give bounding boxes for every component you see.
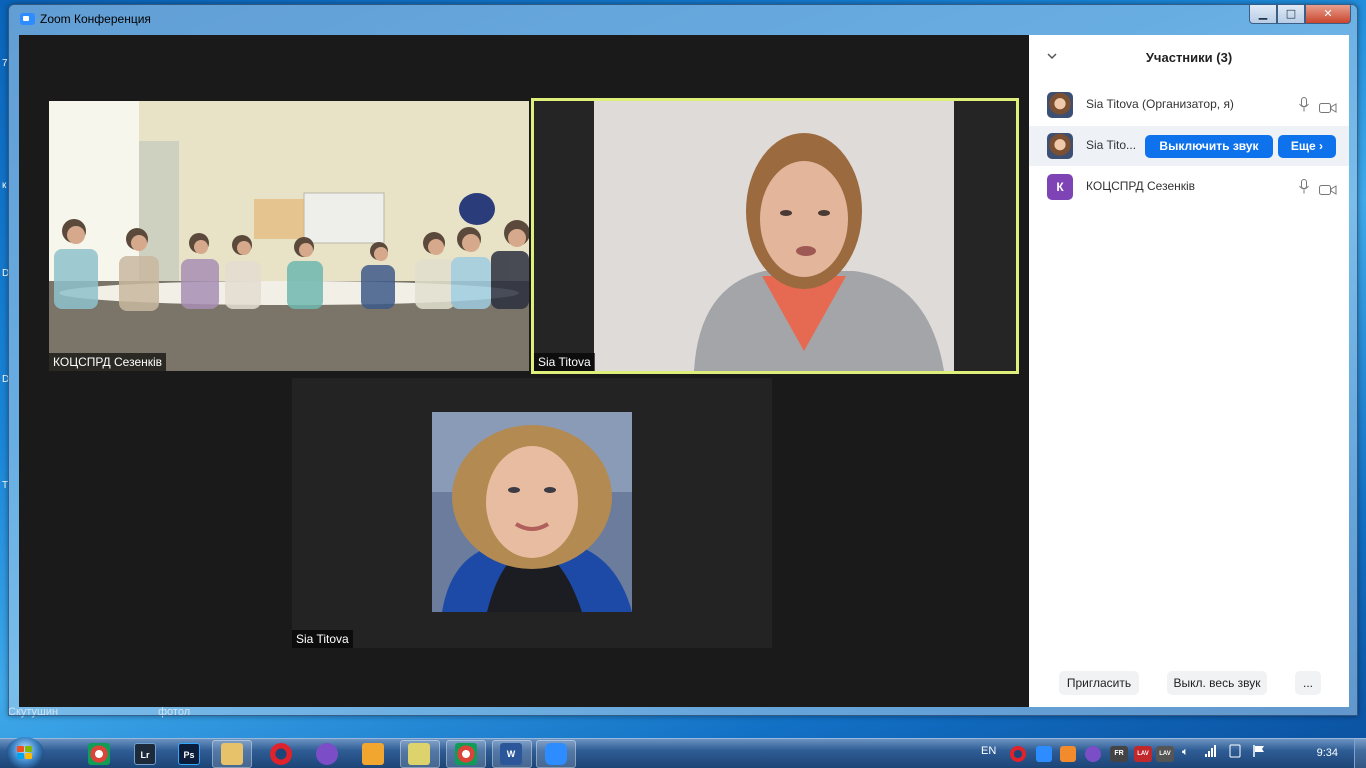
participant-name-label: Sia Titova (534, 353, 595, 371)
video-editor-icon[interactable] (408, 743, 430, 765)
window-title: Zoom Конференция (40, 12, 151, 26)
device-icon[interactable] (1228, 744, 1242, 761)
clock[interactable]: 9:34 (1317, 747, 1338, 759)
flag-icon[interactable] (1252, 744, 1266, 761)
video-tile[interactable]: Sia Titova (292, 378, 772, 648)
profile-photo (432, 412, 632, 612)
viber-icon[interactable] (316, 743, 338, 765)
close-button[interactable]: ✕ (1305, 5, 1351, 24)
participants-footer: Пригласить Выкл. весь звук ... (1029, 671, 1349, 697)
mute-all-button[interactable]: Выкл. весь звук (1167, 671, 1267, 695)
participants-header: Участники (3) (1029, 35, 1349, 79)
participant-name: Sia Tito... (1086, 138, 1137, 152)
title-bar[interactable]: Zoom Конференция ▁ □ ✕ (9, 5, 1357, 33)
video-gallery: КОЦСПРД Сезенків Sia Titova Sia Titova (19, 35, 1029, 707)
camera-icon[interactable] (1319, 181, 1337, 195)
participant-name: КОЦСПРД Сезенків (1086, 179, 1196, 193)
participant-row[interactable]: Sia Titova (Организатор, я) (1029, 85, 1349, 125)
word-icon[interactable]: W (500, 743, 522, 765)
chrome-icon[interactable] (88, 743, 110, 765)
volume-icon[interactable]: 🔈︎ (1182, 746, 1189, 759)
participant-name-label: КОЦСПРД Сезенків (49, 353, 167, 371)
show-desktop-button[interactable] (1354, 739, 1366, 768)
desktop-text: к (2, 180, 7, 191)
zoom-tray-icon[interactable] (1036, 746, 1052, 762)
mute-participant-button[interactable]: Выключить звук (1145, 135, 1273, 158)
video-tile-active-speaker[interactable]: Sia Titova (531, 98, 1019, 374)
participant-row[interactable]: Sia Tito... Выключить звук Еще › (1029, 126, 1349, 166)
video-feed-speaker (534, 101, 1016, 371)
opera-icon[interactable] (270, 743, 292, 765)
minimize-button[interactable]: ▁ (1249, 5, 1277, 24)
microphone-icon[interactable] (1299, 179, 1309, 194)
participant-name-label: Sia Titova (292, 630, 353, 648)
opera-tray-icon[interactable] (1010, 746, 1026, 762)
participant-name: Sia Titova (Организатор, я) (1086, 97, 1234, 111)
zoom-icon[interactable] (545, 743, 567, 765)
signal-icon[interactable] (1204, 744, 1218, 761)
invite-button[interactable]: Пригласить (1059, 671, 1139, 695)
folder-icon[interactable] (221, 743, 243, 765)
antivirus-tray-icon[interactable]: LAV (1134, 746, 1152, 762)
desktop-text: 7 (2, 58, 8, 69)
more-button[interactable]: ... (1295, 671, 1321, 695)
participants-panel: Участники (3) Sia Titova (Организатор, я… (1029, 35, 1349, 707)
zoom-window: Zoom Конференция ▁ □ ✕ КОЦСПРД Сезенків … (8, 4, 1358, 716)
video-tile[interactable]: КОЦСПРД Сезенків (49, 101, 529, 371)
viber-tray-icon[interactable] (1085, 746, 1101, 762)
antivirus-tray-icon[interactable]: LAV (1156, 746, 1174, 762)
lightroom-icon[interactable]: Lr (134, 743, 156, 765)
video-feed-classroom (49, 101, 529, 371)
cat-tray-icon[interactable] (1060, 746, 1076, 762)
taskbar: Lr Ps W EN FR LAV LAV 🔈︎ 9:34 (0, 737, 1366, 768)
language-indicator[interactable]: EN (981, 745, 996, 757)
windows-logo-icon (17, 746, 33, 760)
media-player-icon[interactable] (362, 743, 384, 765)
photoshop-icon[interactable]: Ps (178, 743, 200, 765)
participant-row[interactable]: К КОЦСПРД Сезенків (1029, 167, 1349, 207)
camera-icon[interactable] (1319, 99, 1337, 113)
avatar (1047, 133, 1073, 159)
start-button[interactable] (6, 737, 44, 768)
zoom-app-icon (20, 13, 35, 25)
more-options-button[interactable]: Еще › (1278, 135, 1336, 158)
avatar (1047, 92, 1073, 118)
participants-title: Участники (3) (1145, 50, 1233, 65)
fr-tray-icon[interactable]: FR (1110, 746, 1128, 762)
avatar: К (1047, 174, 1073, 200)
chrome-icon[interactable] (455, 743, 477, 765)
maximize-button[interactable]: □ (1277, 5, 1305, 24)
microphone-icon[interactable] (1299, 97, 1309, 112)
